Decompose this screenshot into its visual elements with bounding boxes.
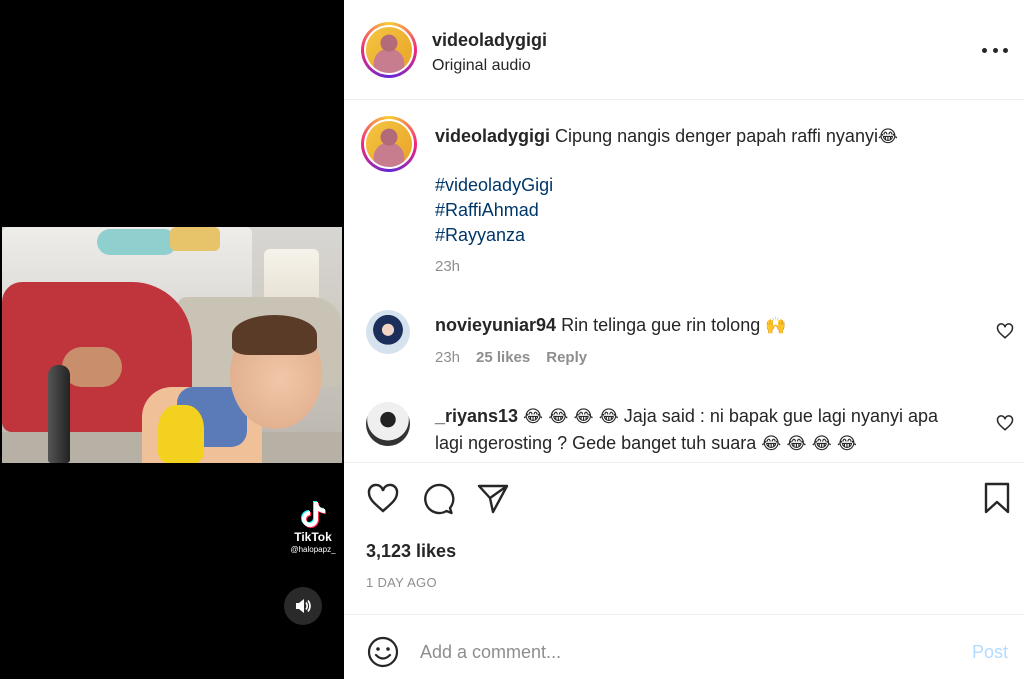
caption-username[interactable]: videoladygigi <box>435 126 550 146</box>
post-date[interactable]: 1 DAY AGO <box>366 575 437 590</box>
mute-button[interactable] <box>284 587 322 625</box>
tiktok-handle-text: @halopapz_ <box>290 545 336 554</box>
more-horizontal-icon <box>982 47 987 53</box>
video-scene-person-arm <box>62 347 122 387</box>
raising-hands-emoji: 🙌 <box>765 316 787 336</box>
caption-body: Cipung nangis denger papah raffi nyanyi <box>555 126 878 146</box>
post-comment-button[interactable]: Post <box>972 642 1008 663</box>
caption-timestamp[interactable]: 23h <box>435 258 460 275</box>
laughing-emoji: 😂 😂 😂 😂 <box>523 407 619 427</box>
add-comment-bar: Post <box>344 614 1024 679</box>
comment-meta: 23h 25 likes Reply <box>435 349 587 366</box>
video-frame[interactable] <box>2 227 342 463</box>
hashtag-link[interactable]: #RaffiAhmad <box>435 200 539 221</box>
laughing-emoji: 😂 😂 😂 😂 <box>761 434 857 454</box>
comment-bubble-icon[interactable] <box>421 481 455 515</box>
more-options-button[interactable] <box>982 38 1008 62</box>
laughing-emoji: 😂 <box>877 127 898 147</box>
caption-text: videoladygigi Cipung nangis denger papah… <box>435 124 995 150</box>
comment-timestamp[interactable]: 23h <box>435 349 460 366</box>
like-comment-heart-icon[interactable] <box>996 414 1014 432</box>
video-scene-pillow <box>97 229 177 255</box>
post-details-panel: videoladygigi Original audio videoladygi… <box>344 0 1024 679</box>
video-pane[interactable]: TikTok @halopapz_ <box>0 0 344 679</box>
tiktok-watermark: TikTok @halopapz_ <box>284 500 342 554</box>
audio-label[interactable]: Original audio <box>432 57 531 75</box>
tiktok-brand-text: TikTok <box>294 530 332 544</box>
caption-avatar[interactable] <box>361 116 417 172</box>
video-scene-microphone <box>48 365 70 463</box>
emoji-picker-smiley-icon[interactable] <box>366 635 400 669</box>
comment-body-line1: Jaja said : ni bapak gue lagi nyanyi apa <box>623 406 938 426</box>
comment-username[interactable]: _riyans13 <box>435 406 518 426</box>
comment-text: novieyuniar94 Rin telinga gue rin tolong… <box>435 312 975 339</box>
author-username[interactable]: videoladygigi <box>432 30 547 51</box>
like-heart-icon[interactable] <box>366 481 400 515</box>
video-scene-toy-duck <box>158 405 204 463</box>
author-avatar[interactable] <box>361 22 417 78</box>
comment-text: _riyans13 😂 😂 😂 😂 Jaja said : ni bapak g… <box>435 403 975 457</box>
likes-count[interactable]: 3,123 likes <box>366 541 456 562</box>
comment-likes[interactable]: 25 likes <box>476 349 530 366</box>
save-bookmark-icon[interactable] <box>980 481 1014 515</box>
video-scene-baby-hair <box>232 315 317 355</box>
commenter-avatar[interactable] <box>366 402 410 446</box>
post-actions: 3,123 likes 1 DAY AGO <box>344 462 1024 614</box>
tiktok-logo-icon <box>300 500 326 528</box>
hashtag-link[interactable]: #Rayyanza <box>435 225 525 246</box>
comment-username[interactable]: novieyuniar94 <box>435 315 556 335</box>
comment-body-line2: lagi ngerosting ? Gede banget tuh suara <box>435 433 757 453</box>
post-header: videoladygigi Original audio <box>344 0 1024 100</box>
video-scene-pillow <box>170 227 220 251</box>
share-send-icon[interactable] <box>476 481 510 515</box>
comment-body: Rin telinga gue rin tolong <box>561 315 761 335</box>
hashtag-link[interactable]: #videoladyGigi <box>435 175 553 196</box>
commenter-avatar[interactable] <box>366 310 410 354</box>
speaker-icon <box>296 599 311 613</box>
like-comment-heart-icon[interactable] <box>996 322 1014 340</box>
reply-button[interactable]: Reply <box>546 349 587 366</box>
add-comment-input[interactable] <box>420 637 940 667</box>
